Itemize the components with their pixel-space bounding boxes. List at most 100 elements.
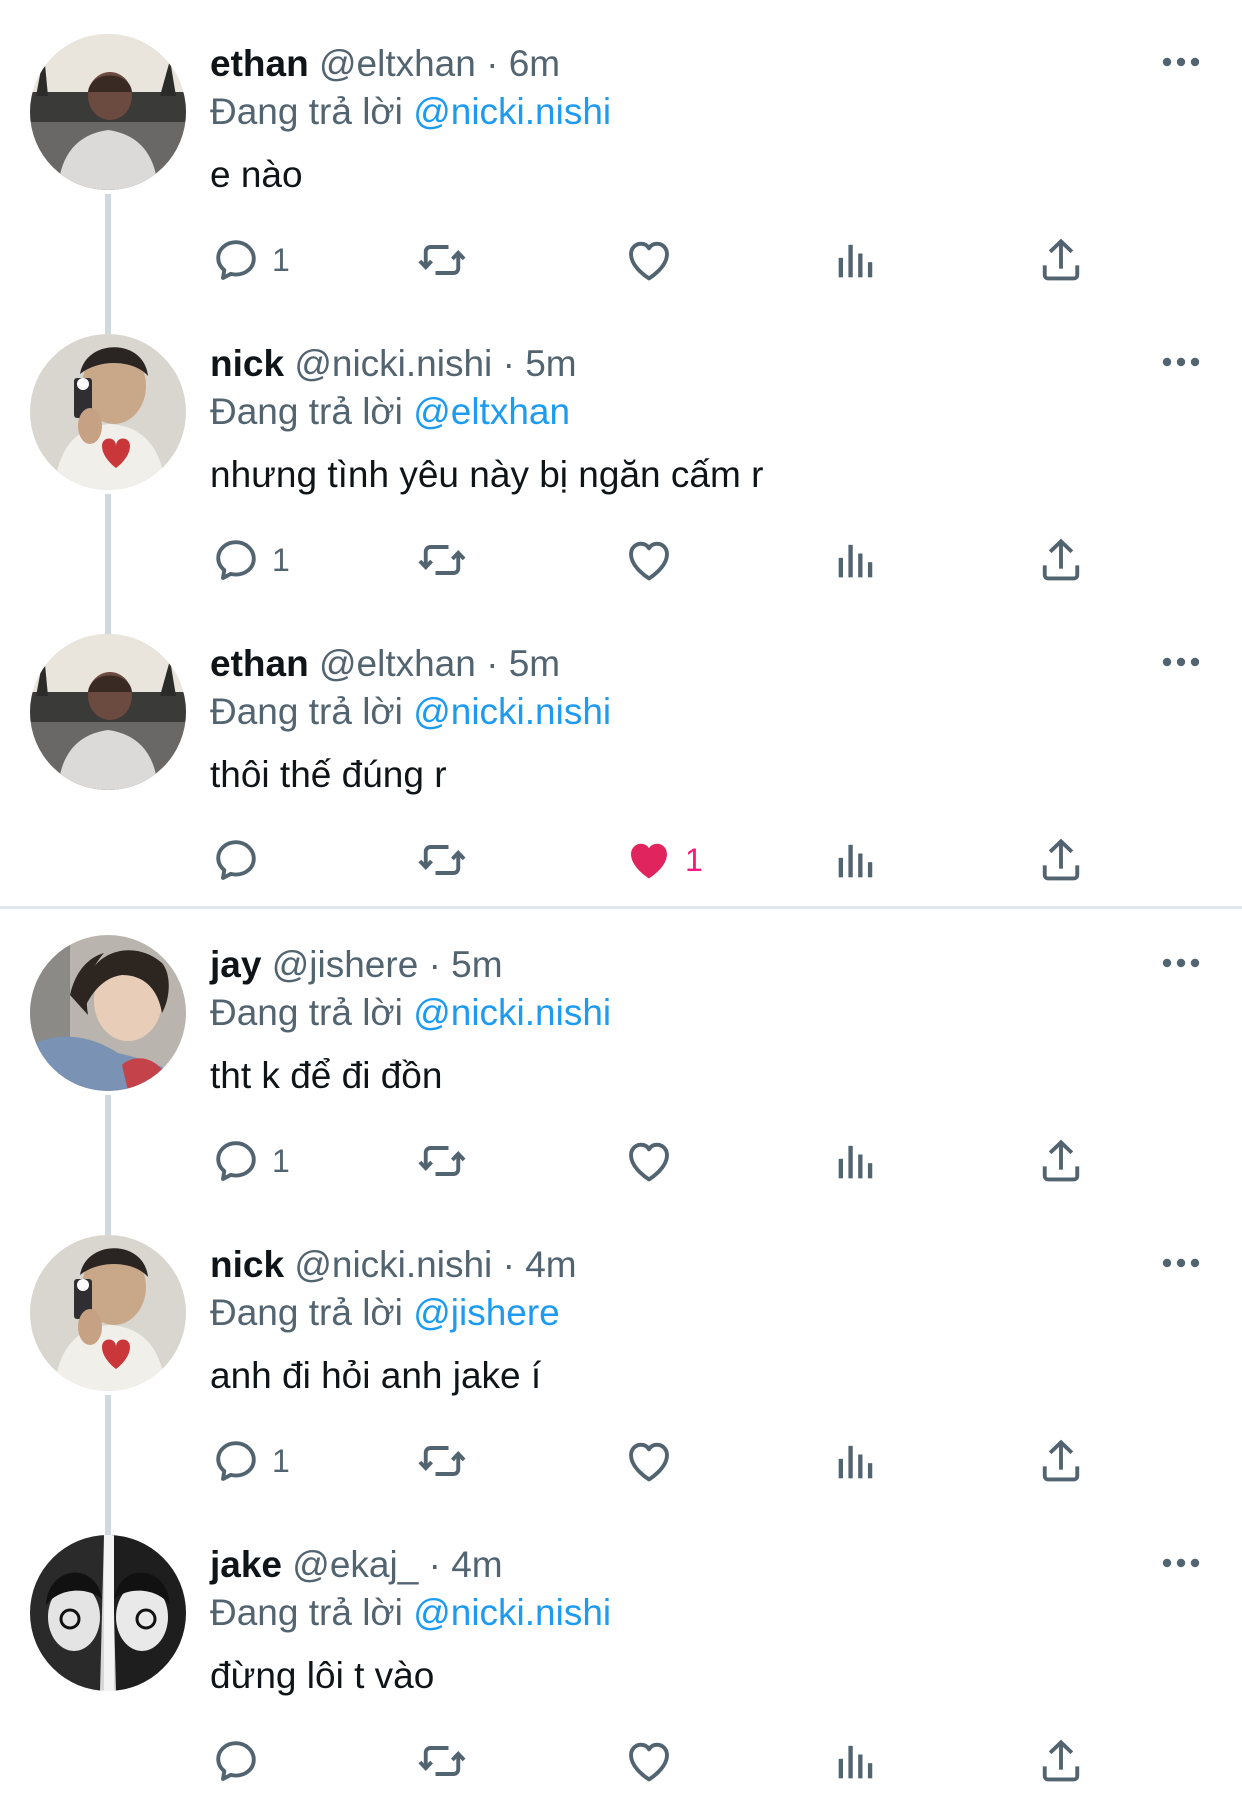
separator-dot: · [486, 43, 499, 84]
retweet-button[interactable] [416, 230, 468, 290]
avatar[interactable] [30, 1235, 186, 1391]
user-handle[interactable]: @jishere [272, 944, 419, 985]
retweet-button[interactable] [416, 830, 468, 890]
conversation-divider [0, 906, 1242, 909]
tweet[interactable]: jake @ekaj_ · 4m Đang trả lời @nicki.nis… [0, 1501, 1242, 1801]
tweet[interactable]: ethan @eltxhan · 6m Đang trả lời @nicki.… [0, 0, 1242, 334]
views-button[interactable] [830, 530, 882, 590]
avatar[interactable] [30, 334, 186, 490]
views-button[interactable] [830, 1731, 882, 1791]
timestamp[interactable]: 5m [451, 944, 502, 985]
heart-icon [623, 234, 675, 286]
bar-chart-icon [830, 234, 882, 286]
tweet-text: e nào [210, 154, 303, 195]
retweet-button[interactable] [416, 1731, 468, 1791]
mention-link[interactable]: @eltxhan [413, 391, 570, 432]
share-icon [1035, 1435, 1087, 1487]
reply-button[interactable] [210, 1731, 272, 1791]
like-count: 1 [685, 841, 703, 878]
more-options-icon[interactable] [1156, 1243, 1206, 1283]
share-icon [1035, 834, 1087, 886]
more-options-icon[interactable] [1156, 943, 1206, 983]
timestamp[interactable]: 6m [509, 43, 560, 84]
like-button[interactable] [623, 1431, 685, 1491]
share-button[interactable] [1035, 530, 1087, 590]
mention-link[interactable]: @nicki.nishi [413, 691, 611, 732]
retweet-button[interactable] [416, 1131, 468, 1191]
more-options-icon[interactable] [1156, 342, 1206, 382]
like-button[interactable] [623, 1731, 685, 1791]
share-button[interactable] [1035, 830, 1087, 890]
like-button[interactable] [623, 1131, 685, 1191]
timestamp[interactable]: 5m [509, 643, 560, 684]
reply-icon [210, 1735, 262, 1787]
display-name[interactable]: jay [210, 944, 261, 985]
share-icon [1035, 1735, 1087, 1787]
display-name[interactable]: nick [210, 343, 284, 384]
avatar[interactable] [30, 935, 186, 1091]
reply-count: 1 [272, 241, 290, 278]
retweet-button[interactable] [416, 530, 468, 590]
user-handle[interactable]: @ekaj_ [292, 1544, 418, 1585]
action-bar: 1 [0, 530, 1242, 590]
tweet[interactable]: ethan @eltxhan · 5m Đang trả lời @nicki.… [0, 600, 1242, 900]
avatar[interactable] [30, 34, 186, 190]
display-name[interactable]: nick [210, 1244, 284, 1285]
user-handle[interactable]: @eltxhan [319, 43, 476, 84]
user-handle[interactable]: @eltxhan [319, 643, 476, 684]
share-icon [1035, 234, 1087, 286]
bar-chart-icon [830, 1135, 882, 1187]
reply-count: 1 [272, 1442, 290, 1479]
views-button[interactable] [830, 1131, 882, 1191]
mention-link[interactable]: @nicki.nishi [413, 992, 611, 1033]
avatar[interactable] [30, 1535, 186, 1691]
like-button[interactable] [623, 230, 685, 290]
display-name[interactable]: ethan [210, 643, 309, 684]
views-button[interactable] [830, 830, 882, 890]
retweet-button[interactable] [416, 1431, 468, 1491]
more-options-icon[interactable] [1156, 42, 1206, 82]
share-button[interactable] [1035, 230, 1087, 290]
views-button[interactable] [830, 230, 882, 290]
reply-button[interactable] [210, 830, 272, 890]
timestamp[interactable]: 5m [525, 343, 576, 384]
avatar[interactable] [30, 634, 186, 790]
reply-button[interactable]: 1 [210, 1431, 290, 1491]
share-button[interactable] [1035, 1431, 1087, 1491]
timestamp[interactable]: 4m [451, 1544, 502, 1585]
reply-button[interactable]: 1 [210, 230, 290, 290]
reply-icon [210, 1435, 262, 1487]
replying-to: Đang trả lời @nicki.nishi [210, 1589, 611, 1637]
mention-link[interactable]: @nicki.nishi [413, 91, 611, 132]
tweet[interactable]: nick @nicki.nishi · 4m Đang trả lời @jis… [0, 1201, 1242, 1535]
share-button[interactable] [1035, 1131, 1087, 1191]
action-bar: 1 [0, 830, 1242, 890]
mention-link[interactable]: @nicki.nishi [413, 1592, 611, 1633]
display-name[interactable]: jake [210, 1544, 282, 1585]
tweet[interactable]: jay @jishere · 5m Đang trả lời @nicki.ni… [0, 901, 1242, 1235]
reply-button[interactable]: 1 [210, 530, 290, 590]
more-options-icon[interactable] [1156, 1543, 1206, 1583]
more-options-icon[interactable] [1156, 642, 1206, 682]
heart-icon [623, 834, 675, 886]
like-button[interactable] [623, 530, 685, 590]
tweet-text: nhưng tình yêu này bị ngăn cấm r [210, 454, 764, 495]
reply-count: 1 [272, 1142, 290, 1179]
share-icon [1035, 1135, 1087, 1187]
timestamp[interactable]: 4m [525, 1244, 576, 1285]
separator-dot: · [428, 1544, 441, 1585]
replying-to-label: Đang trả lời [210, 1592, 403, 1633]
display-name[interactable]: ethan [210, 43, 309, 84]
like-button[interactable]: 1 [623, 830, 703, 890]
user-handle[interactable]: @nicki.nishi [294, 1244, 492, 1285]
mention-link[interactable]: @jishere [413, 1292, 560, 1333]
tweet[interactable]: nick @nicki.nishi · 5m Đang trả lời @elt… [0, 300, 1242, 634]
views-button[interactable] [830, 1431, 882, 1491]
heart-icon [623, 1435, 675, 1487]
action-bar: 1 [0, 230, 1242, 290]
user-handle[interactable]: @nicki.nishi [294, 343, 492, 384]
separator-dot: · [502, 343, 515, 384]
separator-dot: · [428, 944, 441, 985]
reply-button[interactable]: 1 [210, 1131, 290, 1191]
share-button[interactable] [1035, 1731, 1087, 1791]
